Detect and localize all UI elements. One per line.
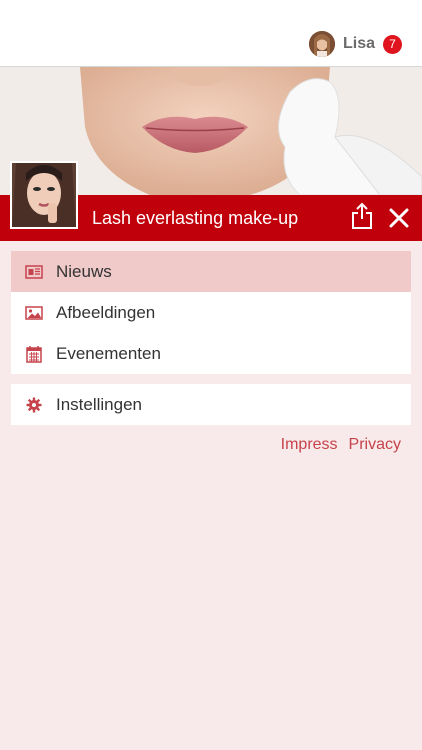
app-title: Lash everlasting make-up (92, 208, 299, 228)
impress-link[interactable]: Impress (281, 436, 338, 454)
menu-label-afbeeldingen: Afbeeldingen (56, 302, 156, 322)
menu-item-afbeeldingen[interactable]: Afbeeldingen (11, 292, 411, 333)
privacy-link[interactable]: Privacy (349, 436, 401, 454)
user-account[interactable]: Lisa 7 (308, 30, 402, 58)
user-avatar[interactable] (308, 31, 335, 57)
menu-item-instellingen[interactable]: Instellingen (11, 384, 411, 425)
user-name[interactable]: Lisa (343, 35, 375, 53)
close-icon (389, 208, 409, 228)
notification-badge[interactable]: 7 (383, 34, 402, 54)
menu-label-nieuws: Nieuws (56, 261, 112, 281)
image-icon (25, 305, 43, 320)
top-bar: Lisa 7 (0, 0, 422, 67)
calendar-icon (26, 345, 42, 363)
app-profile-image (10, 161, 78, 229)
menu-item-evenementen[interactable]: Evenementen (11, 333, 411, 374)
newspaper-icon (25, 264, 43, 279)
settings-menu: Instellingen (11, 384, 411, 425)
menu-label-instellingen: Instellingen (56, 394, 143, 414)
share-button[interactable] (350, 202, 374, 230)
menu-label-evenementen: Evenementen (56, 343, 161, 363)
main-menu: Nieuws Afbeeldingen Evenementen (11, 251, 411, 374)
menu-item-nieuws[interactable]: Nieuws (11, 251, 411, 292)
share-icon (352, 202, 372, 229)
close-button[interactable] (386, 205, 412, 231)
footer-links: Impress Privacy (281, 436, 401, 454)
gear-icon (26, 397, 42, 412)
